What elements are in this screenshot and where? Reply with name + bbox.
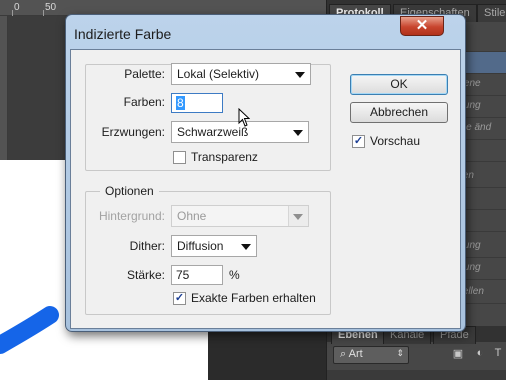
preview-checkbox[interactable]: ✓: [352, 135, 365, 148]
ruler-label: 50: [45, 2, 57, 13]
chevron-down-icon: [241, 244, 251, 250]
palette-value: Lokal (Selektiv): [177, 67, 260, 81]
type-filter-icon[interactable]: T: [491, 347, 505, 361]
dither-label: Dither:: [129, 239, 165, 253]
adjustment-filter-icon[interactable]: ◐: [473, 347, 487, 361]
preserve-colors-checkbox[interactable]: ✓: [173, 292, 186, 305]
colors-label: Farben:: [123, 95, 165, 109]
chevron-down-icon: [293, 214, 303, 220]
ok-button[interactable]: OK: [350, 74, 448, 95]
tab-stile[interactable]: Stile: [477, 4, 506, 22]
ruler-label: 0: [14, 2, 20, 13]
layer-filter-value: Art: [348, 348, 363, 360]
colors-input[interactable]: 8: [171, 93, 223, 113]
preserve-colors-label: Exakte Farben erhalten: [191, 291, 316, 305]
transparency-label: Transparenz: [191, 150, 258, 164]
palette-select[interactable]: Lokal (Selektiv): [171, 63, 311, 85]
dither-select[interactable]: Diffusion: [171, 235, 257, 257]
close-button[interactable]: ✕: [400, 16, 444, 36]
dropdown-button: [288, 206, 308, 226]
colors-value: 8: [176, 96, 185, 110]
cancel-button[interactable]: Abbrechen: [350, 102, 448, 123]
amount-label: Stärke:: [126, 268, 165, 282]
image-filter-icon[interactable]: ▣: [451, 347, 465, 361]
matte-select[interactable]: Ohne: [171, 205, 309, 227]
options-title: Optionen: [100, 184, 159, 198]
close-icon: ✕: [415, 17, 429, 34]
dither-value: Diffusion: [177, 239, 224, 253]
preview-label: Vorschau: [370, 134, 421, 148]
transparency-checkbox[interactable]: [173, 151, 186, 164]
updown-icon: ⇕: [396, 348, 404, 358]
chevron-down-icon: [293, 130, 303, 136]
matte-value: Ohne: [177, 209, 207, 223]
palette-label: Palette:: [124, 67, 165, 81]
chevron-down-icon: [295, 72, 305, 78]
search-icon: ⌕: [340, 348, 349, 360]
layers-list: [327, 370, 506, 380]
matte-label: Hintergrund:: [98, 209, 165, 223]
mouse-cursor-icon: [238, 108, 250, 127]
dialog-body: Palette: Lokal (Selektiv) Farben: 8 Erzw…: [70, 49, 461, 329]
amount-value: 75: [176, 268, 190, 282]
dialog-title: Indizierte Farbe: [74, 26, 172, 42]
layer-filter-select[interactable]: ⌕ Art ⇕: [333, 346, 409, 364]
amount-unit: %: [229, 268, 240, 282]
indexed-color-dialog: Indizierte Farbe ✕ Palette: Lokal (Selek…: [65, 14, 466, 332]
forced-label: Erzwungen:: [101, 125, 165, 139]
amount-input[interactable]: 75: [171, 265, 223, 285]
